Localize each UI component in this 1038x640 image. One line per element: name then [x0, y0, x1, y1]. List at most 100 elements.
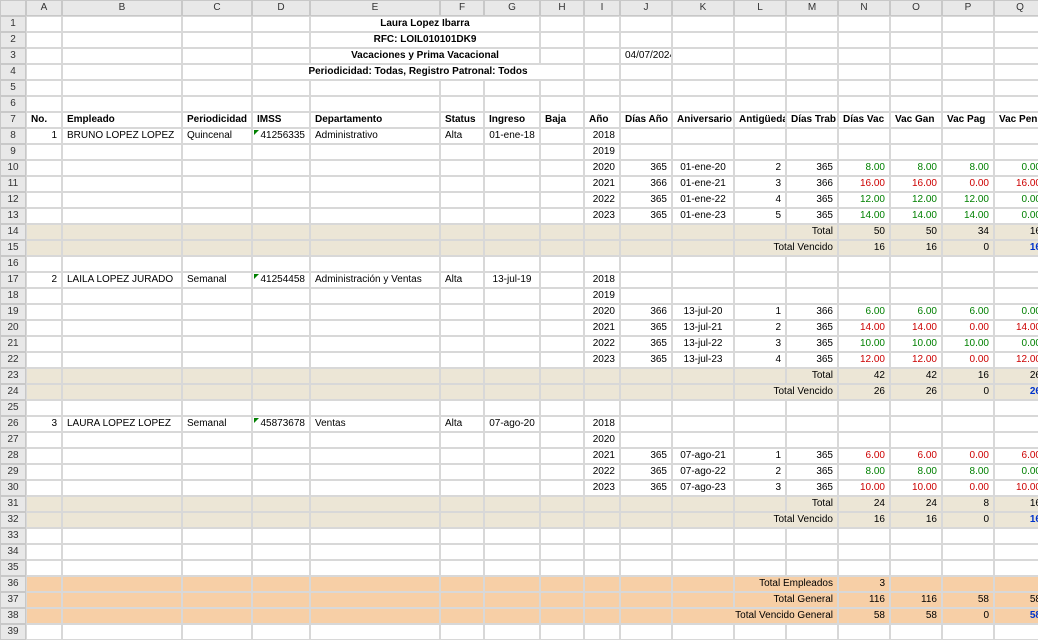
cell-27-N[interactable]	[838, 432, 890, 448]
cell-6-E[interactable]	[310, 96, 440, 112]
cell-33-O[interactable]	[890, 528, 942, 544]
cell-7-J[interactable]: Días Año	[620, 112, 672, 128]
row-header-17[interactable]: 17	[0, 272, 26, 288]
cell-22-P[interactable]: 0.00	[942, 352, 994, 368]
cell-16-Q[interactable]	[994, 256, 1038, 272]
cell-34-H[interactable]	[540, 544, 584, 560]
cell-26-D[interactable]: 45873678	[252, 416, 310, 432]
cell-26-I[interactable]: 2018	[584, 416, 620, 432]
cell-13-P[interactable]: 14.00	[942, 208, 994, 224]
cell-27-D[interactable]	[252, 432, 310, 448]
col-header-F[interactable]: F	[440, 0, 484, 16]
cell-34-E[interactable]	[310, 544, 440, 560]
cell-7-H[interactable]: Baja	[540, 112, 584, 128]
cell-18-G[interactable]	[484, 288, 540, 304]
cell-11-G[interactable]	[484, 176, 540, 192]
cell-38-E[interactable]	[310, 608, 440, 624]
cell-33-K[interactable]	[672, 528, 734, 544]
cell-32-G[interactable]	[484, 512, 540, 528]
cell-11-I[interactable]: 2021	[584, 176, 620, 192]
cell-6-H[interactable]	[540, 96, 584, 112]
row-header-31[interactable]: 31	[0, 496, 26, 512]
cell-12-K[interactable]: 01-ene-22	[672, 192, 734, 208]
cell-14-K[interactable]	[672, 224, 734, 240]
cell-28-L[interactable]: 1	[734, 448, 786, 464]
cell-35-Q[interactable]	[994, 560, 1038, 576]
cell-7-O[interactable]: Vac Gan	[890, 112, 942, 128]
cell-2-A[interactable]	[26, 32, 62, 48]
cell-2-E[interactable]: RFC: LOIL010101DK9	[310, 32, 540, 48]
row-header-29[interactable]: 29	[0, 464, 26, 480]
cell-13-K[interactable]: 01-ene-23	[672, 208, 734, 224]
cell-11-P[interactable]: 0.00	[942, 176, 994, 192]
cell-7-N[interactable]: Días Vac	[838, 112, 890, 128]
cell-25-P[interactable]	[942, 400, 994, 416]
cell-12-Q[interactable]: 0.00	[994, 192, 1038, 208]
cell-34-I[interactable]	[584, 544, 620, 560]
cell-1-P[interactable]	[942, 16, 994, 32]
cell-25-L[interactable]	[734, 400, 786, 416]
cell-31-B[interactable]	[62, 496, 182, 512]
cell-35-L[interactable]	[734, 560, 786, 576]
cell-2-L[interactable]	[734, 32, 786, 48]
cell-13-B[interactable]	[62, 208, 182, 224]
cell-19-A[interactable]	[26, 304, 62, 320]
cell-8-P[interactable]	[942, 128, 994, 144]
cell-20-K[interactable]: 13-jul-21	[672, 320, 734, 336]
cell-30-E[interactable]	[310, 480, 440, 496]
cell-27-Q[interactable]	[994, 432, 1038, 448]
cell-7-K[interactable]: Aniversario	[672, 112, 734, 128]
row-header-38[interactable]: 38	[0, 608, 26, 624]
cell-8-K[interactable]	[672, 128, 734, 144]
cell-19-N[interactable]: 6.00	[838, 304, 890, 320]
cell-18-Q[interactable]	[994, 288, 1038, 304]
cell-29-B[interactable]	[62, 464, 182, 480]
cell-2-H[interactable]	[540, 32, 584, 48]
cell-20-J[interactable]: 365	[620, 320, 672, 336]
cell-5-O[interactable]	[890, 80, 942, 96]
row-header-20[interactable]: 20	[0, 320, 26, 336]
cell-4-Q[interactable]	[994, 64, 1038, 80]
cell-14-F[interactable]	[440, 224, 484, 240]
cell-32-K[interactable]	[672, 512, 734, 528]
cell-5-N[interactable]	[838, 80, 890, 96]
cell-2-C[interactable]	[182, 32, 252, 48]
cell-28-B[interactable]	[62, 448, 182, 464]
cell-23-H[interactable]	[540, 368, 584, 384]
cell-33-E[interactable]	[310, 528, 440, 544]
cell-35-N[interactable]	[838, 560, 890, 576]
cell-18-I[interactable]: 2019	[584, 288, 620, 304]
cell-25-H[interactable]	[540, 400, 584, 416]
cell-5-D[interactable]	[252, 80, 310, 96]
cell-29-F[interactable]	[440, 464, 484, 480]
cell-13-M[interactable]: 365	[786, 208, 838, 224]
row-header-19[interactable]: 19	[0, 304, 26, 320]
cell-12-J[interactable]: 365	[620, 192, 672, 208]
cell-9-F[interactable]	[440, 144, 484, 160]
cell-14-C[interactable]	[182, 224, 252, 240]
cell-22-L[interactable]: 4	[734, 352, 786, 368]
cell-8-M[interactable]	[786, 128, 838, 144]
cell-3-O[interactable]	[890, 48, 942, 64]
cell-34-P[interactable]	[942, 544, 994, 560]
cell-35-H[interactable]	[540, 560, 584, 576]
cell-9-G[interactable]	[484, 144, 540, 160]
cell-37-E[interactable]	[310, 592, 440, 608]
cell-4-P[interactable]	[942, 64, 994, 80]
cell-7-L[interactable]: Antigüedad	[734, 112, 786, 128]
cell-26-O[interactable]	[890, 416, 942, 432]
cell-15-E[interactable]	[310, 240, 440, 256]
row-header-35[interactable]: 35	[0, 560, 26, 576]
cell-36-L[interactable]: Total Empleados	[734, 576, 838, 592]
cell-12-M[interactable]: 365	[786, 192, 838, 208]
cell-3-Q[interactable]	[994, 48, 1038, 64]
cell-13-F[interactable]	[440, 208, 484, 224]
cell-1-J[interactable]	[620, 16, 672, 32]
cell-18-A[interactable]	[26, 288, 62, 304]
cell-21-H[interactable]	[540, 336, 584, 352]
cell-38-J[interactable]	[620, 608, 672, 624]
cell-8-O[interactable]	[890, 128, 942, 144]
cell-10-A[interactable]	[26, 160, 62, 176]
cell-28-I[interactable]: 2021	[584, 448, 620, 464]
cell-15-O[interactable]: 16	[890, 240, 942, 256]
